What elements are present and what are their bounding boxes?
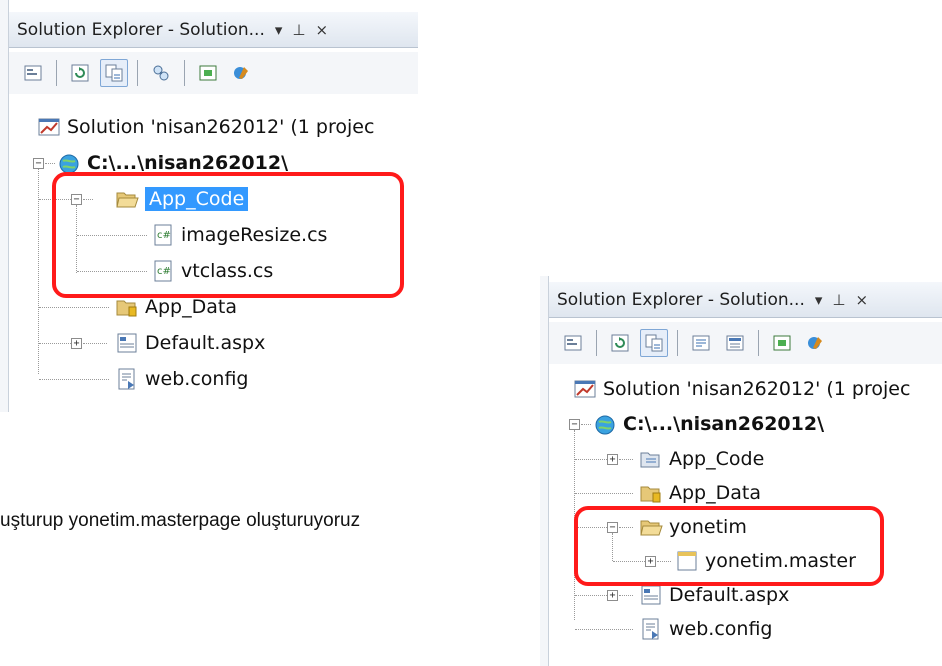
toolbar-separator <box>137 60 138 86</box>
view-code-button[interactable] <box>687 329 715 357</box>
project-label: C:\...\nisan262012\ <box>623 413 825 435</box>
show-all-files-icon <box>105 64 123 82</box>
app-data-label: App_Data <box>669 482 761 504</box>
refresh-icon <box>611 334 629 352</box>
refresh-button[interactable] <box>66 59 94 87</box>
solution-label: Solution 'nisan262012' (1 projec <box>67 116 375 138</box>
asp-config-icon <box>808 337 822 349</box>
default-label: Default.aspx <box>145 332 266 354</box>
refresh-button[interactable] <box>606 329 634 357</box>
asp-config-icon <box>234 67 248 79</box>
default-expand-toggle[interactable]: + <box>607 590 618 601</box>
show-all-files-button[interactable] <box>640 329 668 357</box>
website-project-icon <box>595 415 615 435</box>
tree-item-solution[interactable]: Solution 'nisan262012' (1 projec <box>573 372 910 406</box>
view-designer-icon <box>773 335 791 351</box>
view-designer-button[interactable] <box>768 329 796 357</box>
view-designer-button[interactable] <box>194 59 222 87</box>
config-file-icon <box>642 618 659 640</box>
tree-item-webconfig[interactable]: web.config <box>639 612 772 646</box>
panel-2-left-edge <box>540 276 549 666</box>
app-code-label: App_Code <box>669 448 765 470</box>
tree-item-project[interactable]: C:\...\nisan262012\ <box>593 407 824 441</box>
view-markup-icon <box>726 335 744 351</box>
view-designer-icon <box>199 65 217 81</box>
code-folder-icon <box>640 452 660 468</box>
app-code-expand-toggle[interactable]: + <box>607 454 618 465</box>
asp-config-button[interactable] <box>228 59 256 87</box>
properties-button[interactable] <box>559 329 587 357</box>
show-all-files-icon <box>645 334 663 352</box>
tree-item-solution[interactable]: Solution 'nisan262012' (1 projec <box>37 110 374 144</box>
aspx-page-icon <box>117 333 137 353</box>
view-markup-button[interactable] <box>721 329 749 357</box>
aspx-page-icon <box>641 585 661 605</box>
config-file-icon <box>118 368 135 390</box>
tree-item-default[interactable]: Default.aspx <box>115 326 265 360</box>
project-collapse-toggle[interactable]: − <box>33 158 44 169</box>
default-label: Default.aspx <box>669 584 790 606</box>
data-folder-icon <box>116 300 137 317</box>
properties-button[interactable] <box>19 59 47 87</box>
data-folder-icon <box>640 486 661 503</box>
tree-item-webconfig[interactable]: web.config <box>115 362 248 396</box>
panel-2-body: Solution Explorer - Solution... ▾ ⊥ × So… <box>549 276 942 666</box>
show-all-files-button[interactable] <box>100 59 128 87</box>
refresh-icon <box>71 64 89 82</box>
tree-item-app-data[interactable]: App_Data <box>639 476 761 510</box>
panel-1-left-edge <box>0 0 9 412</box>
toolbar-separator <box>184 60 185 86</box>
caption-text: uşturup yonetim.masterpage oluşturuyoruz <box>0 510 361 531</box>
app-data-label: App_Data <box>145 296 237 318</box>
view-code-icon <box>692 335 710 351</box>
solution-icon <box>574 380 596 398</box>
project-label: C:\...\nisan262012\ <box>87 152 289 174</box>
pin-icon[interactable]: ⊥ <box>832 291 845 309</box>
close-icon[interactable]: × <box>855 291 868 309</box>
dropdown-icon[interactable]: ▾ <box>815 291 823 309</box>
panel-2-title: Solution Explorer - Solution... <box>557 289 805 310</box>
webconfig-label: web.config <box>669 618 773 640</box>
panel-1-title-bar[interactable]: Solution Explorer - Solution... ▾ ⊥ × <box>9 12 418 48</box>
toolbar-separator <box>758 330 759 356</box>
tree-item-app-code[interactable]: App_Code <box>639 442 764 476</box>
solution-label: Solution 'nisan262012' (1 projec <box>603 378 911 400</box>
highlight-box-yonetim <box>574 506 884 586</box>
panel-1-toolbar <box>9 52 418 94</box>
copy-website-icon <box>153 65 169 81</box>
panel-1-title: Solution Explorer - Solution... <box>17 19 265 40</box>
toolbar-separator <box>677 330 678 356</box>
webconfig-label: web.config <box>145 368 249 390</box>
close-icon[interactable]: × <box>315 21 328 39</box>
highlight-box-app-code <box>52 172 404 298</box>
toolbar-separator <box>596 330 597 356</box>
toolbar-separator <box>56 60 57 86</box>
solution-icon <box>38 118 60 136</box>
copy-website-button[interactable] <box>147 59 175 87</box>
panel-2-title-bar[interactable]: Solution Explorer - Solution... ▾ ⊥ × <box>549 282 942 318</box>
solution-explorer-panel-2: Solution Explorer - Solution... ▾ ⊥ × So… <box>540 276 942 666</box>
properties-icon <box>564 335 582 351</box>
properties-icon <box>24 65 42 81</box>
project-collapse-toggle[interactable]: − <box>569 419 580 430</box>
dropdown-icon[interactable]: ▾ <box>275 21 283 39</box>
default-expand-toggle[interactable]: + <box>71 338 82 349</box>
panel-2-toolbar <box>549 322 942 364</box>
asp-config-button[interactable] <box>802 329 830 357</box>
pin-icon[interactable]: ⊥ <box>292 21 305 39</box>
